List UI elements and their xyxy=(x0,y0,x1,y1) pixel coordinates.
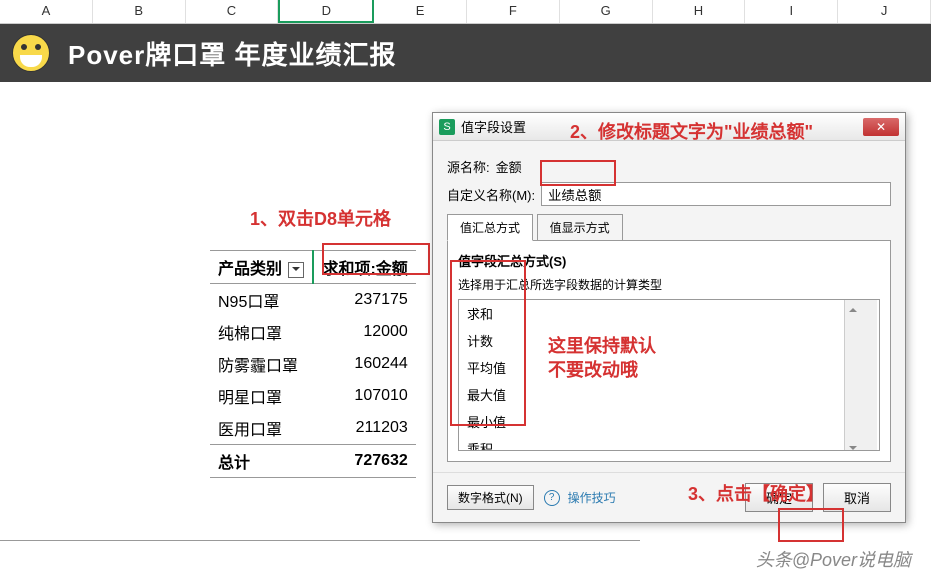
tips-link[interactable]: 操作技巧 xyxy=(568,489,616,506)
highlight-custom-name xyxy=(540,160,616,186)
tab-display[interactable]: 值显示方式 xyxy=(537,214,623,241)
col-A[interactable]: A xyxy=(0,0,93,23)
dialog-title-text: 值字段设置 xyxy=(461,117,526,136)
col-D[interactable]: D xyxy=(278,0,374,23)
pivot-total-value: 727632 xyxy=(313,445,415,478)
dialog-app-icon: S xyxy=(439,119,455,135)
source-name-label: 源名称: xyxy=(447,157,490,176)
watermark: 头条@Pover说电脑 xyxy=(756,546,911,572)
source-name-value: 金额 xyxy=(496,157,522,176)
custom-name-label: 自定义名称(M): xyxy=(447,185,535,204)
table-row[interactable]: 医用口罩211203 xyxy=(210,412,416,445)
annotation-1: 1、双击D8单元格 xyxy=(250,205,391,231)
pivot-table: 产品类别 求和项:金额 N95口罩237175纯棉口罩12000防雾霾口罩160… xyxy=(210,250,416,478)
table-row[interactable]: 明星口罩107010 xyxy=(210,380,416,412)
annotation-3b: 不要改动哦 xyxy=(548,356,638,382)
col-J[interactable]: J xyxy=(838,0,931,23)
highlight-d8 xyxy=(322,243,430,275)
col-B[interactable]: B xyxy=(93,0,186,23)
help-icon[interactable]: ? xyxy=(544,490,560,506)
pivot-total-label: 总计 xyxy=(210,445,313,478)
table-row[interactable]: N95口罩237175 xyxy=(210,284,416,317)
col-E[interactable]: E xyxy=(374,0,467,23)
col-C[interactable]: C xyxy=(186,0,279,23)
sheet-divider xyxy=(0,540,640,541)
col-G[interactable]: G xyxy=(560,0,653,23)
table-row[interactable]: 防雾霾口罩160244 xyxy=(210,348,416,380)
col-F[interactable]: F xyxy=(467,0,560,23)
banner-title: Pover牌口罩 年度业绩汇报 xyxy=(68,35,397,72)
annotation-4: 3、点击【确定】 xyxy=(688,480,824,506)
scrollbar[interactable] xyxy=(844,300,877,451)
list-item[interactable]: 乘积 xyxy=(459,435,879,451)
close-icon[interactable]: ✕ xyxy=(863,118,899,136)
tab-summary[interactable]: 值汇总方式 xyxy=(447,214,533,241)
highlight-ok xyxy=(778,508,844,542)
mask-emoji-icon xyxy=(12,34,50,72)
pivot-header-category[interactable]: 产品类别 xyxy=(210,251,313,284)
column-headers: ABCDEFGHIJ xyxy=(0,0,931,24)
annotation-3: 这里保持默认 xyxy=(548,332,656,358)
annotation-2: 2、修改标题文字为"业绩总额" xyxy=(570,118,813,144)
table-row[interactable]: 纯棉口罩12000 xyxy=(210,316,416,348)
filter-dropdown-icon[interactable] xyxy=(288,262,304,278)
number-format-button[interactable]: 数字格式(N) xyxy=(447,485,534,510)
title-banner: Pover牌口罩 年度业绩汇报 xyxy=(0,24,931,82)
highlight-listbox xyxy=(450,260,526,426)
col-H[interactable]: H xyxy=(653,0,746,23)
col-I[interactable]: I xyxy=(745,0,838,23)
